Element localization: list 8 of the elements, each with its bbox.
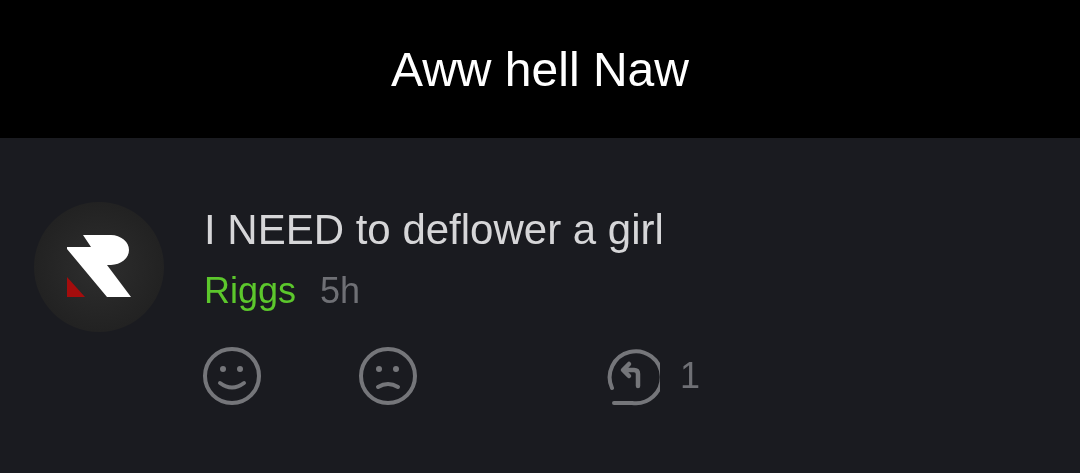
comment-text: I NEED to deflower a girl — [204, 206, 665, 254]
reply-count: 1 — [680, 355, 701, 397]
author-name[interactable]: Riggs — [204, 270, 297, 312]
logo-icon — [67, 235, 131, 299]
frown-icon[interactable] — [358, 346, 418, 406]
caption-text: Aww hell Naw — [391, 41, 689, 97]
smile-icon[interactable] — [202, 346, 262, 406]
timestamp: 5h — [320, 270, 361, 312]
